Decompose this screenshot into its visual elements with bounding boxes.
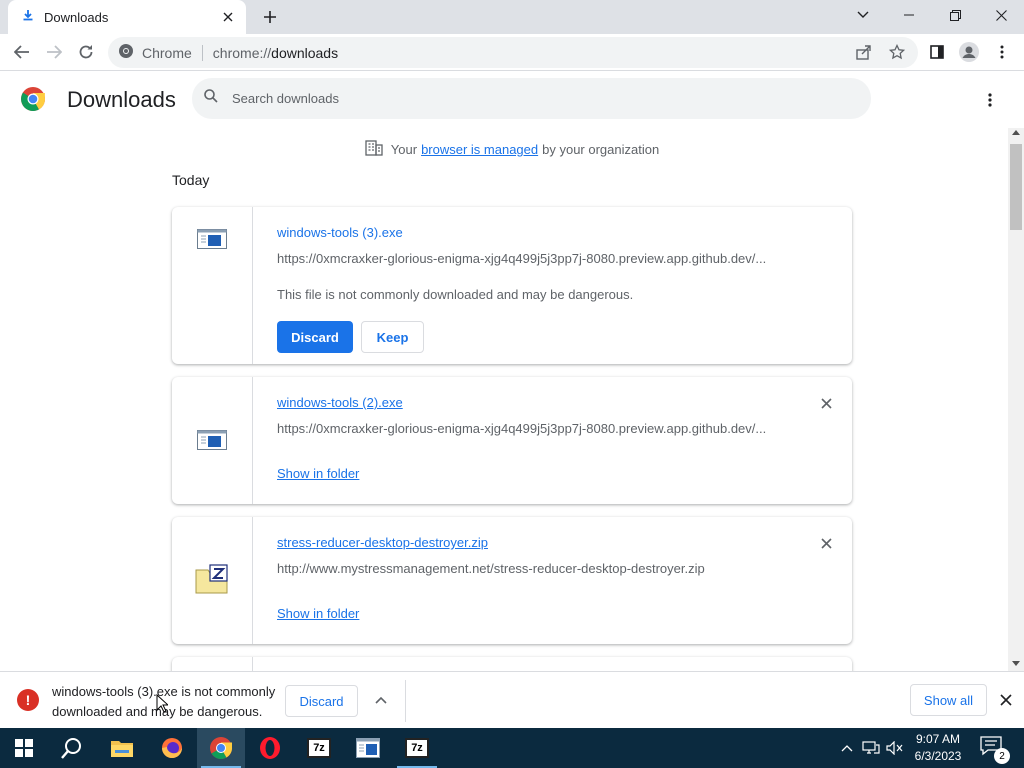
close-shelf-icon[interactable]: [996, 690, 1016, 710]
download-icon: [22, 8, 34, 26]
show-all-button[interactable]: Show all: [910, 684, 987, 716]
profile-avatar[interactable]: [955, 38, 983, 66]
download-card: stress-reducer-desktop-destroyer.zip htt…: [172, 517, 852, 644]
notification-count-badge: 2: [994, 748, 1010, 764]
opera-icon[interactable]: [246, 728, 294, 768]
url-path: downloads: [271, 44, 339, 61]
minimize-button[interactable]: [886, 0, 932, 30]
discard-button[interactable]: Discard: [277, 321, 353, 353]
windows-taskbar: 7z 7z 9:07 AM 6/3/2023 2: [0, 728, 1024, 768]
exe-file-icon: [197, 430, 227, 504]
taskbar-clock[interactable]: 9:07 AM 6/3/2023: [906, 731, 970, 765]
shelf-discard-button[interactable]: Discard: [285, 685, 358, 717]
sevenzip-label: 7z: [307, 738, 331, 758]
keep-button[interactable]: Keep: [361, 321, 424, 353]
download-url[interactable]: http://www.mystressmanagement.net/stress…: [277, 561, 777, 576]
section-date: Today: [172, 172, 210, 188]
sevenzip-running-icon[interactable]: 7z: [393, 728, 441, 768]
download-file-name[interactable]: windows-tools (3).exe: [277, 225, 403, 240]
scroll-up-arrow-icon[interactable]: [1012, 130, 1020, 135]
managed-suffix: by your organization: [542, 142, 660, 157]
clock-date: 6/3/2023: [914, 749, 962, 763]
bookmark-star-icon[interactable]: [888, 43, 906, 65]
app-window-icon[interactable]: [344, 728, 392, 768]
search-input[interactable]: [232, 91, 792, 106]
download-shelf: ! windows-tools (3).exe is not commonly …: [0, 671, 1024, 728]
remove-download-icon[interactable]: [818, 535, 834, 551]
new-tab-button[interactable]: [258, 5, 282, 29]
back-button[interactable]: [8, 38, 36, 66]
side-panel-button[interactable]: [923, 38, 951, 66]
download-url[interactable]: https://0xmcraxker-glorious-enigma-xjg4q…: [277, 251, 777, 266]
download-warning: This file is not commonly downloaded and…: [277, 287, 634, 302]
search-icon: [204, 89, 218, 108]
managed-notice: Your browser is managed by your organiza…: [0, 140, 1008, 159]
downloads-header: Downloads: [0, 72, 1024, 128]
file-icon-column: [172, 657, 253, 671]
restore-button[interactable]: [932, 0, 978, 30]
mouse-cursor-icon: [156, 693, 170, 713]
omnibox[interactable]: Chrome chrome://downloads: [108, 37, 918, 68]
downloads-menu-button[interactable]: [978, 88, 1002, 112]
tab-downloads[interactable]: Downloads: [8, 0, 246, 34]
share-icon[interactable]: [856, 45, 872, 65]
managed-prefix: Your: [390, 142, 418, 157]
error-icon: !: [17, 689, 39, 711]
firefox-icon[interactable]: [148, 728, 196, 768]
download-card: [172, 657, 852, 671]
omnibox-url[interactable]: chrome://downloads: [213, 45, 338, 61]
file-icon-column: [172, 377, 253, 504]
download-url[interactable]: https://0xmcraxker-glorious-enigma-xjg4q…: [277, 421, 777, 436]
chrome-logo-icon: [20, 86, 46, 112]
network-icon[interactable]: [860, 728, 882, 768]
download-card: windows-tools (3).exe https://0xmcraxker…: [172, 207, 852, 364]
omnibox-divider: [201, 44, 203, 61]
volume-muted-icon[interactable]: [884, 728, 906, 768]
shelf-divider: [405, 680, 406, 722]
chrome-taskbar-icon[interactable]: [197, 728, 245, 768]
page-scrollbar[interactable]: [1008, 128, 1024, 671]
url-scheme: chrome://: [212, 44, 272, 61]
download-file-name[interactable]: windows-tools (2).exe: [277, 395, 403, 410]
clock-time: 9:07 AM: [915, 732, 961, 746]
site-info-chip[interactable]: Chrome: [108, 43, 192, 62]
browser-toolbar: Chrome chrome://downloads: [0, 34, 1024, 71]
chrome-icon: [118, 43, 134, 62]
zip-file-icon: [195, 564, 229, 644]
chevron-up-icon[interactable]: [370, 689, 392, 711]
sevenzip-icon[interactable]: 7z: [295, 728, 343, 768]
reload-button[interactable]: [72, 38, 100, 66]
file-explorer-icon[interactable]: [98, 728, 146, 768]
scrollbar-thumb[interactable]: [1010, 144, 1022, 230]
browser-managed-link[interactable]: browser is managed: [421, 142, 538, 157]
forward-button[interactable]: [40, 38, 68, 66]
search-icon[interactable]: [48, 728, 96, 768]
remove-download-icon[interactable]: [818, 395, 834, 411]
building-icon: [365, 140, 383, 159]
tab-strip: Downloads: [0, 0, 1024, 34]
chevron-up-icon[interactable]: [838, 728, 856, 768]
scroll-down-arrow-icon[interactable]: [1012, 661, 1020, 666]
show-in-folder-link[interactable]: Show in folder: [277, 606, 359, 621]
close-window-button[interactable]: [978, 0, 1024, 30]
download-file-name[interactable]: stress-reducer-desktop-destroyer.zip: [277, 535, 488, 550]
page-title: Downloads: [67, 87, 176, 112]
file-icon-column: [172, 517, 253, 644]
downloads-list: Your browser is managed by your organiza…: [0, 128, 1008, 671]
windows-start-icon[interactable]: [0, 728, 48, 768]
tab-search-button[interactable]: [840, 0, 886, 30]
search-bar[interactable]: [192, 78, 871, 119]
show-in-folder-link[interactable]: Show in folder: [277, 466, 359, 481]
chrome-menu-button[interactable]: [988, 38, 1016, 66]
close-tab-icon[interactable]: [216, 5, 240, 29]
download-card: windows-tools (2).exe https://0xmcraxker…: [172, 377, 852, 504]
sevenzip-running-label: 7z: [405, 738, 429, 758]
omnibox-chip-label: Chrome: [142, 44, 192, 61]
tab-title: Downloads: [44, 9, 109, 25]
file-icon-column: [172, 207, 253, 364]
exe-file-icon: [197, 229, 227, 364]
